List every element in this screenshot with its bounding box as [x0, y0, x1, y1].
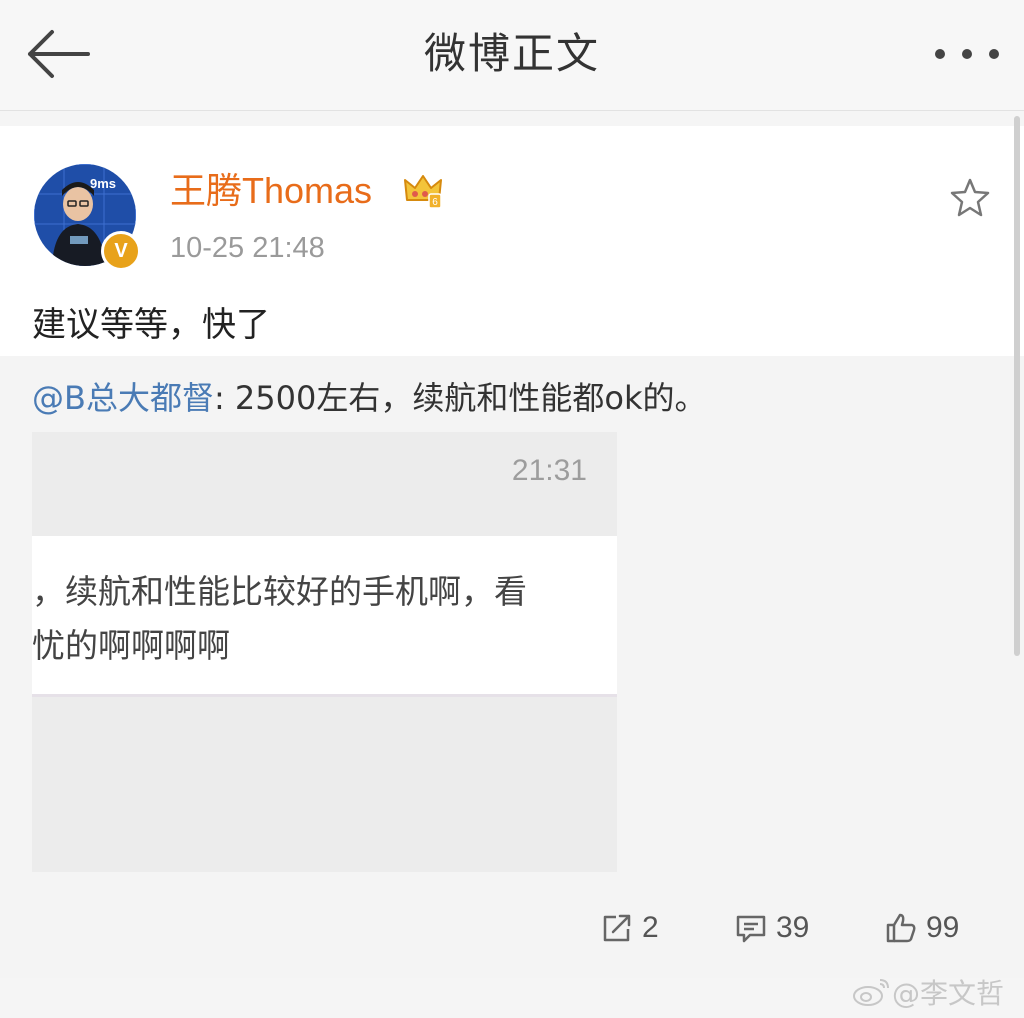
repost-button[interactable]: 2: [600, 908, 659, 948]
avatar[interactable]: 9ms V: [34, 164, 141, 271]
retweet-image[interactable]: 21:31 ，续航和性能比较好的手机啊，看 忧的啊啊啊啊: [32, 432, 617, 872]
repost-icon: [603, 914, 631, 942]
post-card: 9ms V 王腾Thomas 6 10-25 21:48 建议等等，快了: [0, 126, 1024, 356]
weibo-logo-icon: [852, 979, 889, 1006]
like-button[interactable]: 99: [884, 908, 959, 948]
repost-count: 2: [642, 911, 659, 944]
more-options-icon[interactable]: [932, 40, 1002, 68]
author-name[interactable]: 王腾Thomas: [170, 168, 372, 214]
post-timestamp: 10-25 21:48: [170, 232, 325, 264]
post-text: 建议等等，快了: [32, 305, 270, 345]
comment-count: 39: [776, 911, 810, 944]
svg-text:6: 6: [432, 197, 438, 208]
retweet-text-line: @B总大都督: 2500左右，续航和性能都ok的。: [32, 376, 706, 420]
retweet-separator: :: [213, 379, 235, 417]
crown-membership-icon: 6: [403, 170, 443, 210]
avatar-overlay-text: 9ms: [90, 176, 117, 191]
scrollbar[interactable]: [1014, 116, 1020, 656]
chat-message-bubble: ，续航和性能比较好的手机啊，看 忧的啊啊啊啊: [32, 536, 617, 697]
chat-text-line-1: ，续航和性能比较好的手机啊，看: [32, 572, 527, 611]
mention-link[interactable]: @B总大都督: [32, 379, 214, 417]
retweeted-post[interactable]: @B总大都督: 2500左右，续航和性能都ok的。 21:31 ，续航和性能比较…: [0, 356, 1024, 978]
favorite-star-icon[interactable]: [948, 176, 992, 220]
weibo-watermark: @李文哲: [852, 972, 1004, 1012]
action-bar: 2 39 99: [0, 896, 1024, 956]
page-title: 微博正文: [423, 29, 600, 78]
verified-badge-icon: V: [101, 231, 141, 271]
retweet-text: 2500左右，续航和性能都ok的。: [234, 379, 707, 417]
like-count: 99: [926, 911, 960, 944]
comment-icon: [736, 915, 766, 943]
chat-screenshot-time: 21:31: [511, 454, 587, 487]
watermark-text: @李文哲: [891, 977, 1004, 1010]
comment-button[interactable]: 39: [734, 908, 809, 948]
top-navigation-bar: 微博正文: [0, 0, 1024, 111]
thumbs-up-icon: [886, 913, 916, 943]
chat-text-line-2: 忧的啊啊啊啊: [32, 626, 230, 665]
